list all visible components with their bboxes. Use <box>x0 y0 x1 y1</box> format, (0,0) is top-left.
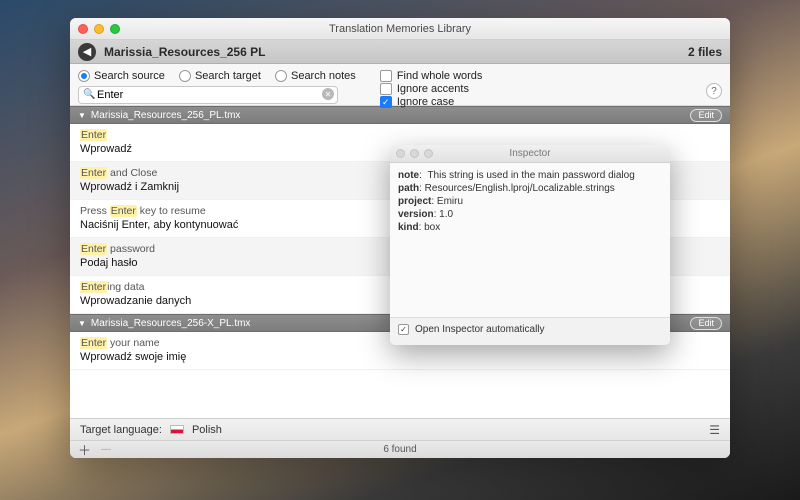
target-language-label: Target language: <box>80 424 162 436</box>
chevron-left-icon: ◀ <box>83 45 91 58</box>
section-title: Marissia_Resources_256-X_PL.tmx <box>91 318 251 329</box>
radio-search-source[interactable]: Search source <box>78 70 165 82</box>
close-icon[interactable] <box>396 149 405 158</box>
checkbox-icon: ✓ <box>380 96 392 108</box>
question-icon: ? <box>711 86 717 97</box>
insp-val: box <box>424 222 440 233</box>
header-bar: ◀ Marissia_Resources_256 PL 2 files <box>70 40 730 64</box>
search-toolbar: Search source Search target Search notes… <box>70 64 730 106</box>
page-title: Marissia_Resources_256 PL <box>104 45 265 59</box>
insp-val: This string is used in the main password… <box>427 170 634 181</box>
section-title: Marissia_Resources_256_PL.tmx <box>91 110 241 121</box>
target-language-value[interactable]: Polish <box>192 424 222 436</box>
check-label: Ignore case <box>397 96 454 108</box>
search-scope-radios: Search source Search target Search notes <box>78 70 356 82</box>
radio-dot-icon <box>275 70 287 82</box>
remove-button[interactable]: — <box>101 444 111 455</box>
checkbox-icon <box>380 83 392 95</box>
insp-key: version <box>398 209 434 220</box>
insp-key: path <box>398 183 419 194</box>
radio-label: Search target <box>195 70 261 82</box>
disclosure-triangle-icon: ▼ <box>78 319 86 328</box>
insp-key: project <box>398 196 431 207</box>
check-label: Find whole words <box>397 70 483 82</box>
insp-val: Resources/English.lproj/Localizable.stri… <box>425 183 615 194</box>
window-title: Translation Memories Library <box>70 23 730 35</box>
insp-key: kind <box>398 222 419 233</box>
check-ignore-case[interactable]: ✓ Ignore case <box>380 96 483 108</box>
radio-label: Search notes <box>291 70 356 82</box>
source-text: Enter <box>80 128 720 142</box>
search-field-wrap: 🔍 ✕ <box>78 86 338 104</box>
check-whole-words[interactable]: Find whole words <box>380 70 483 82</box>
highlight: Enter <box>80 281 107 293</box>
inspector-window: Inspector note: This string is used in t… <box>390 145 670 345</box>
traffic-lights <box>78 24 120 34</box>
file-count: 2 files <box>688 45 722 59</box>
back-button[interactable]: ◀ <box>78 43 96 61</box>
traffic-lights <box>396 149 433 158</box>
minimize-icon[interactable] <box>94 24 104 34</box>
insp-val: 1.0 <box>439 209 453 220</box>
search-options: Find whole words Ignore accents ✓ Ignore… <box>380 70 483 108</box>
checkbox-icon[interactable] <box>398 324 409 335</box>
highlight: Enter <box>110 205 137 217</box>
minimize-icon[interactable] <box>410 149 419 158</box>
inspector-footer: Open Inspector automatically <box>390 317 670 341</box>
zoom-icon[interactable] <box>424 149 433 158</box>
check-ignore-accents[interactable]: Ignore accents <box>380 83 483 95</box>
search-input[interactable] <box>78 86 338 104</box>
radio-search-notes[interactable]: Search notes <box>275 70 356 82</box>
clear-icon[interactable]: ✕ <box>322 88 334 100</box>
titlebar: Translation Memories Library <box>70 18 730 40</box>
result-count: 6 found <box>70 444 730 455</box>
section-header[interactable]: ▼ Marissia_Resources_256_PL.tmx Edit <box>70 106 730 124</box>
target-text: Wprowadź swoje imię <box>80 350 720 364</box>
edit-button[interactable]: Edit <box>690 109 722 122</box>
highlight: Enter <box>80 167 107 179</box>
zoom-icon[interactable] <box>110 24 120 34</box>
radio-label: Search source <box>94 70 165 82</box>
inspector-titlebar[interactable]: Inspector <box>390 145 670 163</box>
radio-dot-icon <box>179 70 191 82</box>
checkbox-icon <box>380 70 392 82</box>
disclosure-triangle-icon: ▼ <box>78 111 86 120</box>
highlight: Enter <box>80 243 107 255</box>
highlight: Enter <box>80 337 107 349</box>
insp-val: Emiru <box>437 196 463 207</box>
flag-icon <box>170 425 184 434</box>
highlight: Enter <box>80 129 107 141</box>
settings-icon[interactable]: ☰ <box>709 423 720 437</box>
auto-open-label[interactable]: Open Inspector automatically <box>415 324 545 335</box>
help-button[interactable]: ? <box>706 83 722 99</box>
radio-dot-icon <box>78 70 90 82</box>
footer-status: ＋ — 6 found <box>70 440 730 458</box>
empty-area <box>70 370 730 418</box>
radio-search-target[interactable]: Search target <box>179 70 261 82</box>
insp-key: note <box>398 170 419 181</box>
edit-button[interactable]: Edit <box>690 317 722 330</box>
close-icon[interactable] <box>78 24 88 34</box>
footer-language: Target language: Polish ☰ <box>70 418 730 440</box>
add-button[interactable]: ＋ <box>78 440 91 458</box>
search-icon: 🔍 <box>83 89 95 100</box>
inspector-body: note: This string is used in the main pa… <box>390 163 670 317</box>
check-label: Ignore accents <box>397 83 469 95</box>
